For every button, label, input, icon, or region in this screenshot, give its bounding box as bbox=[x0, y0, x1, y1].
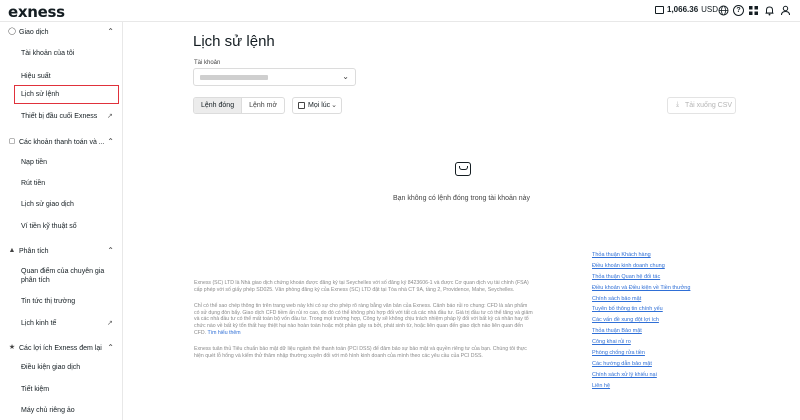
chevron-up-icon: ⌃ bbox=[107, 137, 114, 146]
sidebar-item-economic-calendar[interactable]: Lịch kinh tế ↗ bbox=[21, 320, 113, 327]
sidebar-section-label: Phân tích bbox=[19, 248, 49, 255]
wallet-icon bbox=[655, 5, 664, 14]
sidebar-section-payments[interactable]: ▢ Các khoản thanh toán và ... ⌃ bbox=[0, 135, 122, 151]
external-link-icon: ↗ bbox=[107, 320, 113, 327]
sidebar-item-label: Rút tiền bbox=[21, 180, 46, 187]
download-csv-button[interactable]: ⤓ Tải xuống CSV bbox=[667, 97, 736, 114]
footer-link-general-business-terms[interactable]: Điều khoản kinh doanh chung bbox=[592, 261, 712, 272]
account-select[interactable]: ⌄ bbox=[193, 68, 356, 86]
download-icon: ⤓ bbox=[676, 101, 680, 108]
help-icon[interactable]: ? bbox=[733, 5, 744, 16]
sidebar: ◯ Giao dịch ⌃ Tài khoản của tôi Hiệu suấ… bbox=[0, 22, 123, 420]
date-filter-label: Mọi lúc bbox=[308, 102, 331, 109]
balance-amount: 1,066.36 bbox=[667, 5, 699, 14]
order-tabs: Lệnh đóng Lệnh mở bbox=[193, 97, 286, 114]
tab-open-orders[interactable]: Lệnh mở bbox=[242, 98, 284, 113]
external-link-icon: ↗ bbox=[107, 113, 113, 120]
top-bar: exness 1,066.36 USD ? bbox=[0, 0, 800, 22]
sidebar-section-label: Giao dịch bbox=[19, 29, 49, 36]
sidebar-item-label: Lịch sử lệnh bbox=[21, 91, 60, 98]
sidebar-item-analyst-views[interactable]: Quan điểm của chuyên gia phân tích bbox=[21, 267, 117, 285]
sidebar-item-savings[interactable]: Tiết kiệm bbox=[21, 386, 49, 393]
chevron-down-icon: ⌄ bbox=[331, 102, 337, 109]
account-label: Tài khoản bbox=[194, 60, 221, 66]
sidebar-item-label: Máy chủ riêng ảo bbox=[21, 407, 75, 414]
user-icon[interactable] bbox=[780, 5, 791, 16]
chevron-up-icon: ⌃ bbox=[107, 246, 114, 255]
sidebar-item-order-history[interactable]: Lịch sử lệnh bbox=[14, 85, 119, 104]
benefits-icon: ★ bbox=[8, 344, 16, 351]
sidebar-item-label: Quan điểm của chuyên gia phân tích bbox=[21, 268, 105, 284]
risk-warning-text: Chỉ có thể sao chép thông tin trên trang… bbox=[194, 303, 533, 336]
sidebar-item-digital-wallet[interactable]: Ví tiền kỹ thuật số bbox=[21, 223, 77, 230]
footer-link-risk-disclosure[interactable]: Công khai rủi ro bbox=[592, 337, 712, 348]
footer-link-conflicts-of-interest[interactable]: Các vấn đề xung đột lợi ích bbox=[592, 315, 712, 326]
sidebar-item-label: Lịch kinh tế bbox=[21, 320, 57, 327]
analytics-icon: ▲ bbox=[8, 247, 16, 254]
sidebar-section-label: Các khoản thanh toán và ... bbox=[19, 139, 105, 146]
chevron-up-icon: ⌃ bbox=[107, 343, 114, 352]
footer-link-contact[interactable]: Liên hệ bbox=[592, 381, 712, 392]
footer-link-bonus-terms[interactable]: Điều khoản và Điều kiện về Tiền thưởng bbox=[592, 283, 712, 294]
sidebar-item-market-news[interactable]: Tin tức thị trường bbox=[21, 298, 75, 305]
chevron-down-icon: ⌄ bbox=[342, 72, 349, 81]
sidebar-section-benefits[interactable]: ★ Các lợi ích Exness đem lại ⌃ bbox=[0, 341, 122, 357]
sidebar-item-label: Ví tiền kỹ thuật số bbox=[21, 223, 77, 230]
footer-link-client-agreement[interactable]: Thỏa thuận Khách hàng bbox=[592, 250, 712, 261]
chevron-up-icon: ⌃ bbox=[107, 27, 114, 36]
footer-link-security-guidelines[interactable]: Các hướng dẫn bảo mật bbox=[592, 359, 712, 370]
calendar-icon bbox=[298, 102, 305, 109]
sidebar-section-trading[interactable]: ◯ Giao dịch ⌃ bbox=[0, 25, 122, 41]
sidebar-item-label: Tài khoản của tôi bbox=[21, 50, 75, 57]
sidebar-item-label: Nạp tiền bbox=[21, 159, 48, 166]
globe-icon[interactable] bbox=[718, 5, 729, 16]
sidebar-item-label: Hiệu suất bbox=[21, 73, 51, 80]
sidebar-item-label: Tin tức thị trường bbox=[21, 298, 76, 305]
learn-more-link[interactable]: Tìm hiểu thêm bbox=[207, 330, 240, 336]
footer-link-key-information[interactable]: Tuyên bố thông tin chính yếu bbox=[592, 304, 712, 315]
date-filter-select[interactable]: Mọi lúc ⌄ bbox=[292, 97, 342, 114]
footer-link-aml[interactable]: Phòng chống rửa tiền bbox=[592, 348, 712, 359]
footer-link-partnership-agreement[interactable]: Thỏa thuận Quan hệ đối tác bbox=[592, 272, 712, 283]
sidebar-section-label: Các lợi ích Exness đem lại bbox=[19, 345, 102, 352]
sidebar-item-label: Điều kiện giao dịch bbox=[21, 364, 81, 371]
empty-state-message: Bạn không có lệnh đóng trong tài khoản n… bbox=[393, 195, 530, 202]
page-title: Lịch sử lệnh bbox=[193, 33, 275, 50]
sidebar-item-label: Lịch sử giao dịch bbox=[21, 201, 74, 208]
footer-link-security-agreement[interactable]: Thỏa thuận Bảo mật bbox=[592, 326, 712, 337]
sidebar-item-my-accounts[interactable]: Tài khoản của tôi bbox=[21, 50, 74, 57]
legal-paragraph-2: Chỉ có thể sao chép thông tin trên trang… bbox=[194, 303, 534, 337]
footer-links: Thỏa thuận Khách hàng Điều khoản kinh do… bbox=[592, 250, 712, 392]
sidebar-item-vps[interactable]: Máy chủ riêng ảo bbox=[21, 407, 75, 414]
sidebar-section-analytics[interactable]: ▲ Phân tích ⌃ bbox=[0, 244, 122, 260]
sidebar-item-transaction-history[interactable]: Lịch sử giao dịch bbox=[21, 201, 74, 208]
inbox-icon bbox=[455, 162, 471, 176]
wallet-icon: ▢ bbox=[8, 138, 16, 145]
bell-icon[interactable] bbox=[764, 5, 775, 16]
footer-link-privacy-policy[interactable]: Chính sách bảo mật bbox=[592, 294, 712, 305]
sidebar-item-trading-conditions[interactable]: Điều kiện giao dịch bbox=[21, 364, 80, 371]
sidebar-item-label: Thiết bị đầu cuối Exness bbox=[21, 113, 98, 120]
balance-currency: USD bbox=[701, 5, 719, 14]
download-csv-label: Tải xuống CSV bbox=[685, 102, 733, 109]
apps-icon[interactable] bbox=[748, 5, 759, 16]
account-number-redacted bbox=[200, 75, 268, 80]
sidebar-item-performance[interactable]: Hiệu suất bbox=[21, 73, 51, 80]
trade-icon: ◯ bbox=[8, 28, 16, 35]
footer-link-complaints-policy[interactable]: Chính sách xử lý khiếu nại bbox=[592, 370, 712, 381]
sidebar-item-label: Tiết kiệm bbox=[21, 386, 50, 393]
legal-paragraph-3: Exness tuân thủ Tiêu chuẩn bảo mật dữ li… bbox=[194, 346, 527, 359]
sidebar-item-exness-terminal[interactable]: Thiết bị đầu cuối Exness ↗ bbox=[21, 113, 113, 120]
sidebar-item-deposit[interactable]: Nạp tiền bbox=[21, 159, 47, 166]
exness-logo[interactable]: exness bbox=[8, 3, 65, 21]
legal-paragraph-1: Exness (SC) LTD là Nhà giao dịch chứng k… bbox=[194, 280, 529, 293]
tab-closed-orders[interactable]: Lệnh đóng bbox=[194, 98, 243, 113]
sidebar-item-withdraw[interactable]: Rút tiền bbox=[21, 180, 45, 187]
balance-display[interactable]: 1,066.36 USD bbox=[655, 5, 718, 14]
